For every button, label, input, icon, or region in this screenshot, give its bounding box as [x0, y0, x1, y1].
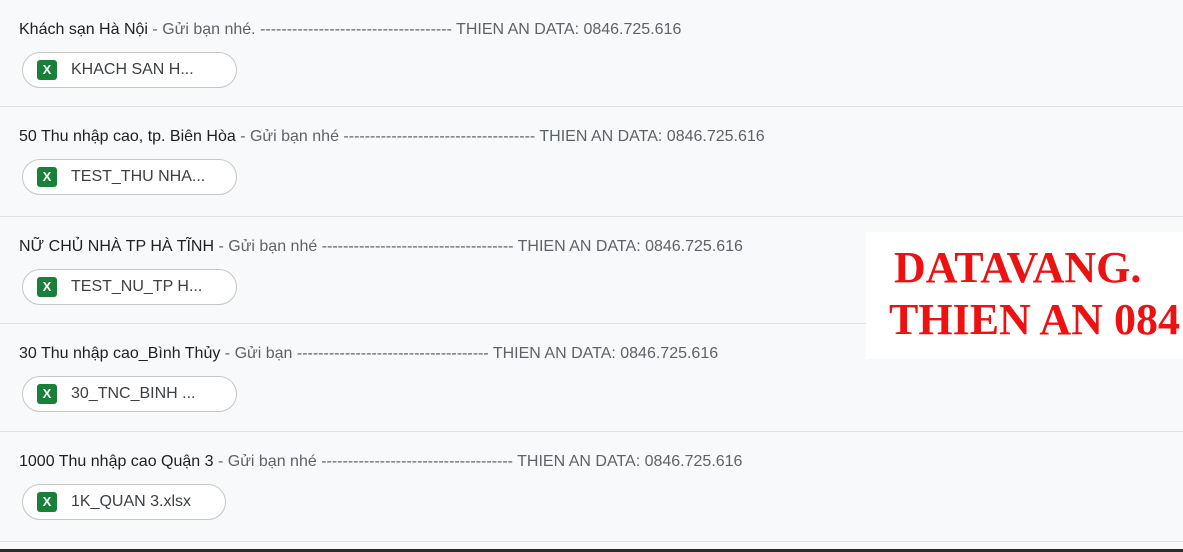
watermark-overlay: DATAVANG. THIEN AN 084 [866, 232, 1183, 359]
excel-icon: X [37, 167, 57, 187]
email-subject: 1000 Thu nhập cao Quận 3 [19, 453, 214, 470]
email-subject: Khách sạn Hà Nội [19, 21, 148, 38]
email-snippet: - Gửi bạn nhé --------------------------… [235, 128, 765, 145]
email-snippet: - Gửi bạn ------------------------------… [220, 345, 719, 362]
email-snippet: - Gửi bạn nhé. -------------------------… [147, 21, 682, 38]
excel-icon: X [37, 384, 57, 404]
email-line[interactable]: 50 Thu nhập cao, tp. Biên Hòa - Gửi bạn … [19, 127, 765, 147]
email-snippet: - Gửi bạn nhé --------------------------… [213, 453, 743, 470]
email-line[interactable]: Khách sạn Hà Nội - Gửi bạn nhé. --------… [19, 20, 681, 40]
excel-icon: X [37, 492, 57, 512]
excel-icon: X [37, 60, 57, 80]
email-line[interactable]: 30 Thu nhập cao_Bình Thủy - Gửi bạn ----… [19, 344, 718, 364]
attachment-chip[interactable]: X 1K_QUAN 3.xlsx [22, 484, 226, 520]
email-subject: NỮ CHỦ NHÀ TP HÀ TĨNH [19, 238, 215, 255]
attachment-chip[interactable]: X TEST_THU NHA... [22, 159, 237, 195]
email-line[interactable]: NỮ CHỦ NHÀ TP HÀ TĨNH - Gửi bạn nhé ----… [19, 237, 743, 257]
email-row[interactable]: 50 Thu nhập cao, tp. Biên Hòa - Gửi bạn … [0, 107, 1183, 217]
attachment-name: TEST_THU NHA... [71, 168, 206, 185]
watermark-line-1: DATAVANG. [894, 243, 1142, 292]
attachment-name: KHACH SAN H... [71, 61, 194, 78]
email-subject: 50 Thu nhập cao, tp. Biên Hòa [19, 128, 236, 145]
email-line[interactable]: 1000 Thu nhập cao Quận 3 - Gửi bạn nhé -… [19, 452, 742, 472]
email-row[interactable]: Khách sạn Hà Nội - Gửi bạn nhé. --------… [0, 0, 1183, 107]
attachment-name: 1K_QUAN 3.xlsx [71, 493, 192, 510]
email-row[interactable]: 1000 Thu nhập cao Quận 3 - Gửi bạn nhé -… [0, 432, 1183, 542]
attachment-chip[interactable]: X TEST_NU_TP H... [22, 269, 237, 305]
attachment-name: TEST_NU_TP H... [71, 278, 203, 295]
attachment-name: 30_TNC_BINH ... [71, 385, 196, 402]
attachment-chip[interactable]: X 30_TNC_BINH ... [22, 376, 237, 412]
attachment-chip[interactable]: X KHACH SAN H... [22, 52, 237, 88]
email-subject: 30 Thu nhập cao_Bình Thủy [19, 345, 221, 362]
excel-icon: X [37, 277, 57, 297]
watermark-line-2: THIEN AN 084 [889, 295, 1180, 344]
email-snippet: - Gửi bạn nhé --------------------------… [214, 238, 743, 255]
